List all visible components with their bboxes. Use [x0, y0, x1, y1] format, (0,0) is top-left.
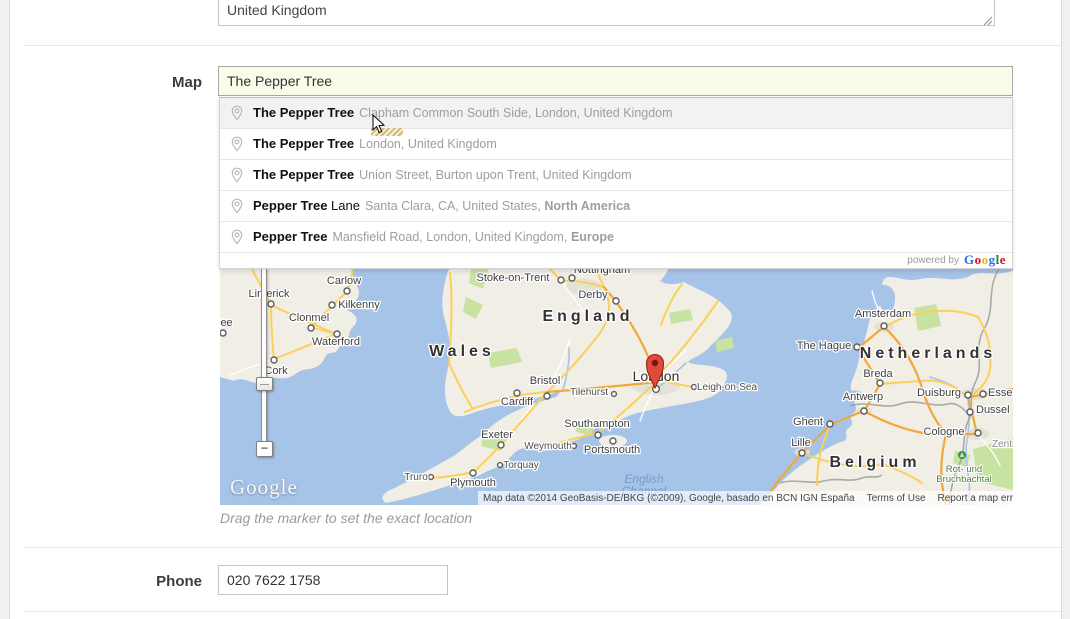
divider: [23, 547, 1061, 548]
attribution-text: Map data ©2014 GeoBasis-DE/BKG (©2009), …: [483, 493, 855, 504]
autocomplete-items: The Pepper Tree Clapham Common South Side…: [220, 98, 1012, 253]
map-label: Limerick: [249, 288, 290, 300]
map-label: Cardiff: [501, 396, 534, 408]
map-label: Southampton: [564, 418, 629, 430]
autocomplete-item[interactable]: Pepper Tree Mansfield Road, London, Unite…: [220, 222, 1012, 253]
map-label: Weymouth: [524, 441, 572, 452]
park-icon: [958, 451, 966, 459]
suggestion-main-rest: Lane: [327, 198, 360, 213]
map-label: Portsmouth: [584, 444, 640, 456]
suggestion-secondary: London, United Kingdom: [359, 137, 497, 151]
map-label: Bruchbachtal: [936, 474, 991, 485]
map-label: Esse: [988, 387, 1012, 399]
map-label: Tilehurst: [570, 387, 608, 398]
map-label: Waterford: [312, 336, 360, 348]
map-label: Antwerp: [843, 391, 883, 403]
map-label: Clonmel: [289, 312, 329, 324]
map-label: Dussel: [976, 404, 1010, 416]
map-label: Amsterdam: [855, 308, 911, 320]
map-label: Bristol: [530, 375, 561, 387]
mouse-cursor-icon: [372, 114, 386, 139]
divider: [23, 611, 1061, 612]
google-logo: Google: [964, 252, 1006, 268]
map-label: Kilkenny: [338, 299, 380, 311]
map-label: Exeter: [481, 429, 513, 441]
suggestion-secondary: Clapham Common South Side, London, Unite…: [359, 106, 672, 120]
suggestion-secondary: Union Street, Burton upon Trent, United …: [359, 168, 631, 182]
divider: [23, 45, 1061, 46]
map-label: Netherlands: [860, 345, 996, 362]
map-label: Torquay: [503, 460, 539, 471]
map-label: Lille: [791, 437, 811, 449]
autocomplete-item[interactable]: Pepper Tree Lane Santa Clara, CA, United …: [220, 191, 1012, 222]
autocomplete-item[interactable]: The Pepper Tree Union Street, Burton upon…: [220, 160, 1012, 191]
right-scroll-rail: [1061, 0, 1070, 619]
autocomplete-item[interactable]: The Pepper Tree Clapham Common South Side…: [220, 98, 1012, 129]
map-label: Belgium: [829, 454, 920, 471]
terms-of-use-link[interactable]: Terms of Use: [867, 493, 926, 504]
powered-by-text: powered by: [907, 255, 959, 266]
left-rail: [0, 0, 10, 619]
map-attribution-bar: Map data ©2014 GeoBasis-DE/BKG (©2009), …: [478, 491, 1013, 505]
map-label: Carlow: [327, 275, 361, 287]
zoom-slider-thumb[interactable]: [256, 377, 273, 391]
map-label: Plymouth: [450, 477, 496, 489]
map-label: England: [542, 308, 633, 325]
map-hint-text: Drag the marker to set the exact locatio…: [220, 510, 472, 526]
map-label: Stoke-on-Trent: [477, 272, 550, 284]
map-label: The Hague: [797, 340, 851, 352]
map-canvas[interactable]: lee Limerick Carlow Kilkenny Clonmel Waterfor…: [220, 255, 1013, 505]
report-map-error-link[interactable]: Report a map error: [938, 493, 1013, 504]
map-label: Cologne: [924, 426, 965, 438]
suggestion-main: The Pepper Tree: [253, 136, 354, 151]
autocomplete-dropdown: The Pepper Tree Clapham Common South Side…: [219, 97, 1013, 269]
map-label: lee: [220, 317, 233, 329]
page: United Kingdom Map The Pepper Tree Clapha…: [0, 0, 1070, 619]
country-textarea[interactable]: United Kingdom: [218, 0, 995, 26]
suggestion-main: Pepper Tree: [253, 198, 327, 213]
map-label: Derby: [578, 289, 608, 301]
resize-handle-icon[interactable]: [981, 13, 994, 31]
zoom-out-button[interactable]: −: [256, 441, 273, 457]
map-label: Wales: [429, 343, 495, 360]
map-label: Zentr: [992, 439, 1013, 450]
suggestion-secondary: Mansfield Road, London, United Kingdom,: [332, 230, 567, 244]
suggestion-main: Pepper Tree: [253, 229, 327, 244]
suggestion-secondary-bold: Europe: [571, 230, 614, 244]
suggestion-main: The Pepper Tree: [253, 105, 354, 120]
map-label: Cork: [264, 365, 288, 377]
map-label: Breda: [863, 368, 893, 380]
suggestion-secondary-bold: North America: [544, 199, 630, 213]
map-search-input[interactable]: [218, 66, 1013, 96]
map-label: Duisburg: [917, 387, 961, 399]
phone-field-label: Phone: [60, 573, 202, 590]
autocomplete-item[interactable]: The Pepper Tree London, United Kingdom: [220, 129, 1012, 160]
google-watermark: Google: [230, 475, 298, 500]
phone-input[interactable]: [218, 565, 448, 595]
map-svg: lee Limerick Carlow Kilkenny Clonmel Waterfor…: [220, 255, 1013, 505]
map-label: Truro: [404, 472, 428, 483]
map-label: Leigh-on-Sea: [697, 382, 757, 393]
map-label: Ghent: [793, 416, 823, 428]
map-field-label: Map: [60, 74, 202, 91]
suggestion-secondary: Santa Clara, CA, United States,: [365, 199, 541, 213]
powered-by-row: powered by Google: [220, 253, 1012, 268]
suggestion-main: The Pepper Tree: [253, 167, 354, 182]
zoom-slider-track[interactable]: [261, 267, 267, 443]
